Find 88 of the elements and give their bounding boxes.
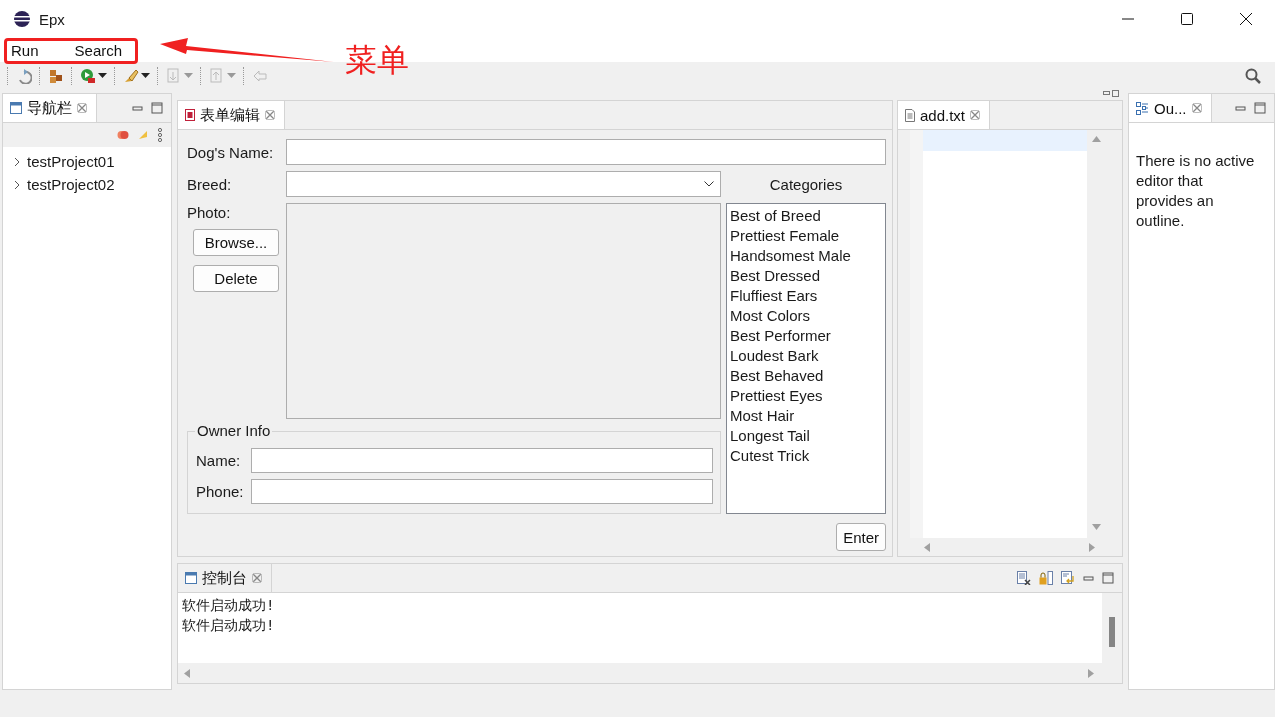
close-icon[interactable] (970, 110, 981, 120)
form-button[interactable]: Delete (193, 265, 279, 292)
group-title: Owner Info (195, 422, 273, 439)
categories-title: Categories (768, 175, 844, 193)
clear-console-icon[interactable] (1017, 571, 1031, 585)
window-title: Epx (39, 10, 65, 28)
view-icon (10, 102, 22, 114)
scroll-right-icon[interactable] (1088, 668, 1094, 678)
console-line: 软件启动成功! (182, 596, 276, 615)
tree-item[interactable]: testProject01 (27, 153, 115, 170)
list-item[interactable]: Cutest Trick (730, 446, 882, 466)
outline-message: There is no active editor that provides an outline. (1129, 123, 1274, 689)
list-item[interactable]: Best Dressed (730, 266, 882, 286)
categories-list[interactable]: Best of Breed Prettiest Female Handsomest Male Best Dressed Fluffiest Ears Most Colors Best Performer Loudest Bark Best Behaved Prettiest Eyes Most Hair Longest Tail Cutest Trick (726, 203, 886, 514)
maximize-icon (1180, 13, 1193, 25)
form-button[interactable]: Browse... (193, 229, 279, 256)
list-item[interactable]: Best Behaved (730, 366, 882, 386)
list-item[interactable]: Loudest Bark (730, 346, 882, 366)
view-tab[interactable]: 导航栏 (3, 94, 97, 122)
scrollbar-thumb[interactable] (1109, 617, 1115, 647)
maximize-icon[interactable] (1254, 102, 1266, 114)
dropdown-caret-icon (227, 73, 236, 79)
enter-button[interactable]: Enter (836, 523, 886, 551)
refresh-icon (16, 68, 32, 84)
run-icon (80, 68, 96, 84)
annotation-label: 菜单 (345, 41, 409, 80)
scroll-down-icon[interactable] (1091, 524, 1101, 530)
close-icon[interactable] (265, 110, 275, 120)
list-item[interactable]: Most Hair (730, 406, 882, 426)
mini-minmax-icon[interactable] (1103, 90, 1119, 97)
brush-icon (123, 68, 139, 84)
dropdown-caret-icon (184, 73, 193, 79)
collapse-icon[interactable] (117, 129, 129, 141)
view-tab[interactable]: 表单编辑 (178, 101, 285, 129)
phone-field[interactable] (251, 479, 713, 504)
list-item[interactable]: Best of Breed (730, 206, 882, 226)
dropdown-caret-icon (141, 73, 150, 79)
field-label: Name: (196, 452, 242, 469)
word-wrap-icon[interactable] (1061, 571, 1075, 585)
dropdown-chevron-icon (704, 181, 714, 187)
menu-item[interactable]: Search (67, 41, 130, 59)
list-item[interactable]: Most Colors (730, 306, 882, 326)
list-item[interactable]: Prettiest Eyes (730, 386, 882, 406)
list-item[interactable]: Best Performer (730, 326, 882, 346)
owner-name-field[interactable] (251, 448, 713, 473)
text-file-icon (905, 108, 915, 122)
back-arrow-icon (252, 68, 268, 84)
scroll-lock-icon[interactable] (1039, 571, 1053, 585)
document-down-icon (166, 68, 182, 84)
field-label: Photo: (187, 204, 232, 221)
outline-icon (1136, 101, 1149, 115)
scroll-up-icon[interactable] (1091, 136, 1101, 142)
scroll-left-icon[interactable] (924, 542, 930, 552)
list-item[interactable]: Fluffiest Ears (730, 286, 882, 306)
list-item[interactable]: Prettiest Female (730, 226, 882, 246)
maximize-icon[interactable] (151, 102, 163, 114)
menu-item[interactable]: Run (4, 41, 46, 59)
field-label: Phone: (196, 483, 245, 500)
view-icon (185, 572, 197, 584)
cubes-icon (48, 68, 64, 84)
form-icon (185, 109, 195, 121)
minimize-icon[interactable] (1083, 574, 1094, 582)
list-item[interactable]: Longest Tail (730, 426, 882, 446)
search-icon[interactable] (1245, 68, 1261, 84)
dog-name-field[interactable] (286, 139, 886, 165)
breed-dropdown[interactable] (286, 171, 721, 197)
view-tab[interactable]: add.txt (898, 101, 991, 129)
minimize-icon[interactable] (1235, 104, 1246, 112)
minimize-icon[interactable] (132, 104, 143, 112)
field-label: Dog's Name: (187, 143, 275, 161)
view-menu-icon[interactable] (157, 128, 163, 142)
close-icon[interactable] (77, 103, 87, 113)
close-icon[interactable] (252, 573, 262, 583)
document-up-icon (209, 68, 225, 84)
field-label: Breed: (187, 175, 233, 193)
maximize-icon[interactable] (1102, 572, 1114, 584)
scroll-left-icon[interactable] (184, 668, 190, 678)
collapsed-chevron-icon[interactable] (13, 156, 21, 167)
dropdown-caret-icon (98, 73, 107, 79)
scroll-right-icon[interactable] (1089, 542, 1095, 552)
close-icon[interactable] (1191, 103, 1202, 113)
close-icon (1239, 13, 1252, 25)
tree-item[interactable]: testProject02 (27, 176, 115, 193)
app-logo-icon (13, 10, 31, 28)
list-item[interactable]: Handsomest Male (730, 246, 882, 266)
collapsed-chevron-icon[interactable] (13, 179, 21, 190)
console-line: 软件启动成功! (182, 616, 276, 635)
view-tab[interactable]: Ou... (1129, 94, 1212, 122)
